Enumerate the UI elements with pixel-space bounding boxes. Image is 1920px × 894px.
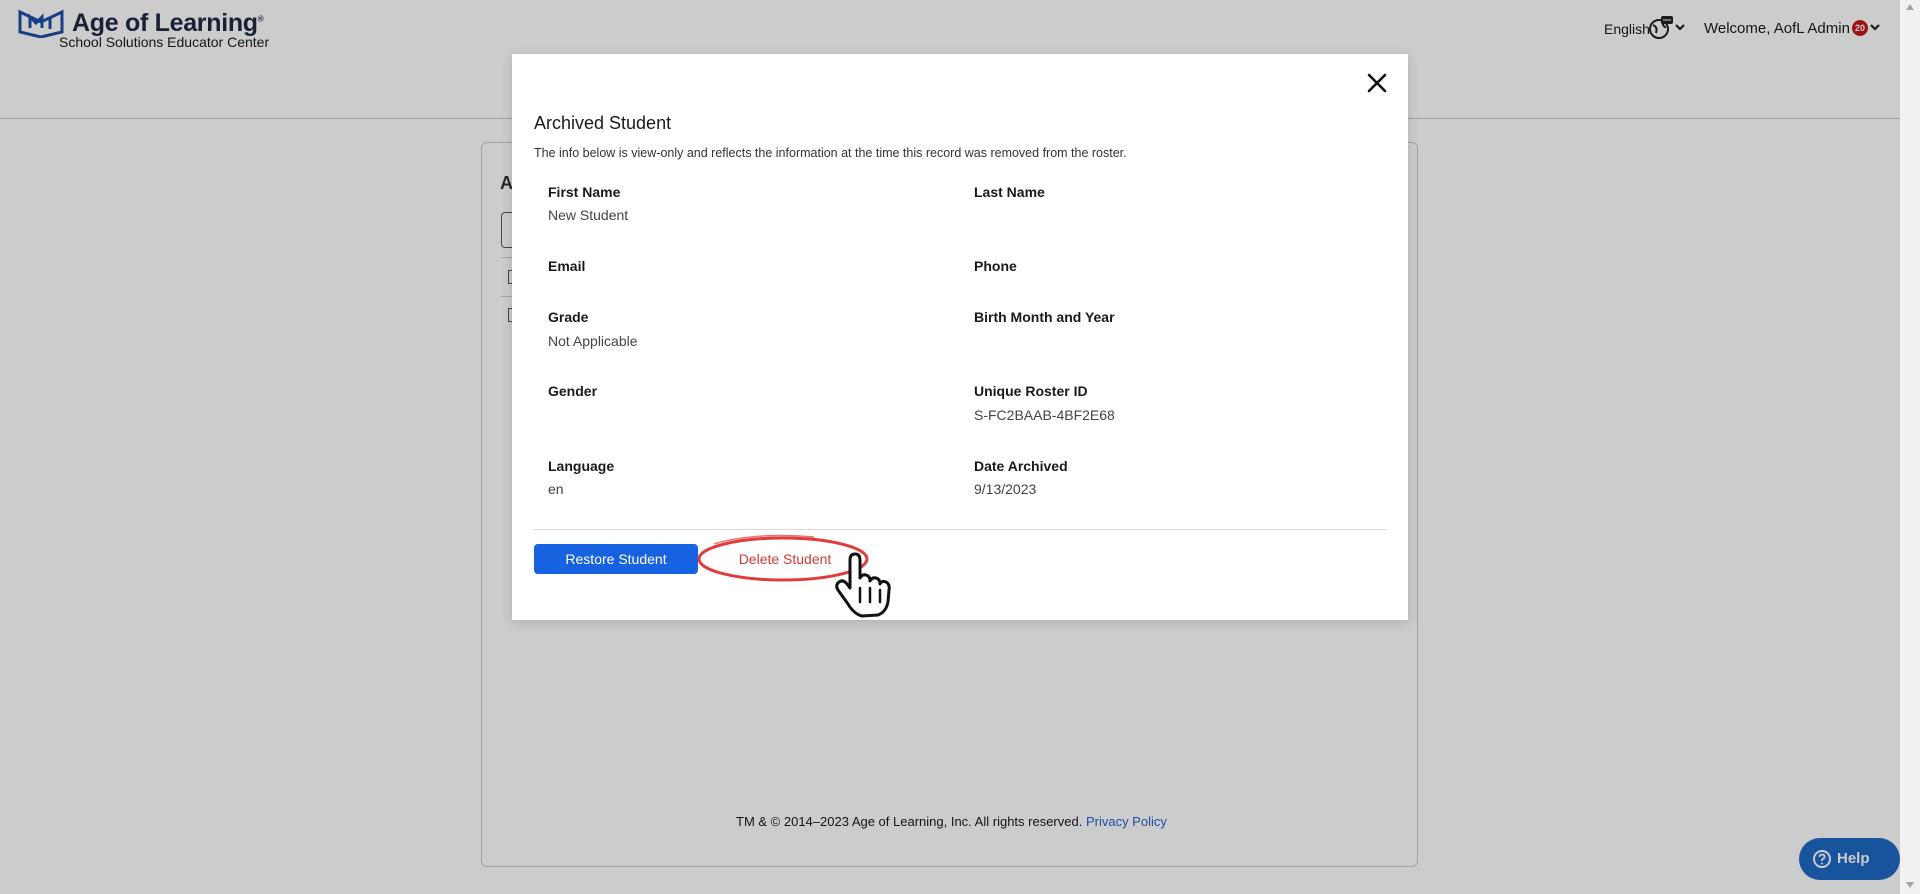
close-icon[interactable] (1366, 72, 1388, 94)
unique-roster-id-label: Unique Roster ID (974, 383, 1088, 399)
page-scrollbar[interactable] (1900, 0, 1920, 894)
language-label: Language (548, 458, 615, 474)
scroll-up-arrow[interactable] (1906, 4, 1914, 10)
date-archived-label: Date Archived (974, 458, 1068, 474)
first-name-value: New Student (548, 207, 629, 223)
modal-title: Archived Student (534, 113, 672, 133)
grade-label: Grade (548, 309, 589, 325)
phone-label: Phone (974, 258, 1017, 274)
modal-description: The info below is view-only and reflects… (534, 146, 1127, 160)
language-value: en (548, 481, 564, 497)
scroll-down-arrow[interactable] (1906, 882, 1914, 888)
restore-student-button[interactable]: Restore Student (534, 544, 698, 574)
modal-divider (534, 529, 1386, 530)
birth-month-year-label: Birth Month and Year (974, 309, 1115, 325)
delete-student-button[interactable]: Delete Student (710, 544, 860, 574)
email-label: Email (548, 258, 586, 274)
gender-label: Gender (548, 383, 598, 399)
date-archived-value: 9/13/2023 (974, 481, 1037, 497)
unique-roster-id-value: S-FC2BAAB-4BF2E68 (974, 407, 1115, 423)
grade-value: Not Applicable (548, 333, 638, 349)
last-name-label: Last Name (974, 184, 1045, 200)
archived-student-modal (512, 54, 1408, 620)
first-name-label: First Name (548, 184, 621, 200)
